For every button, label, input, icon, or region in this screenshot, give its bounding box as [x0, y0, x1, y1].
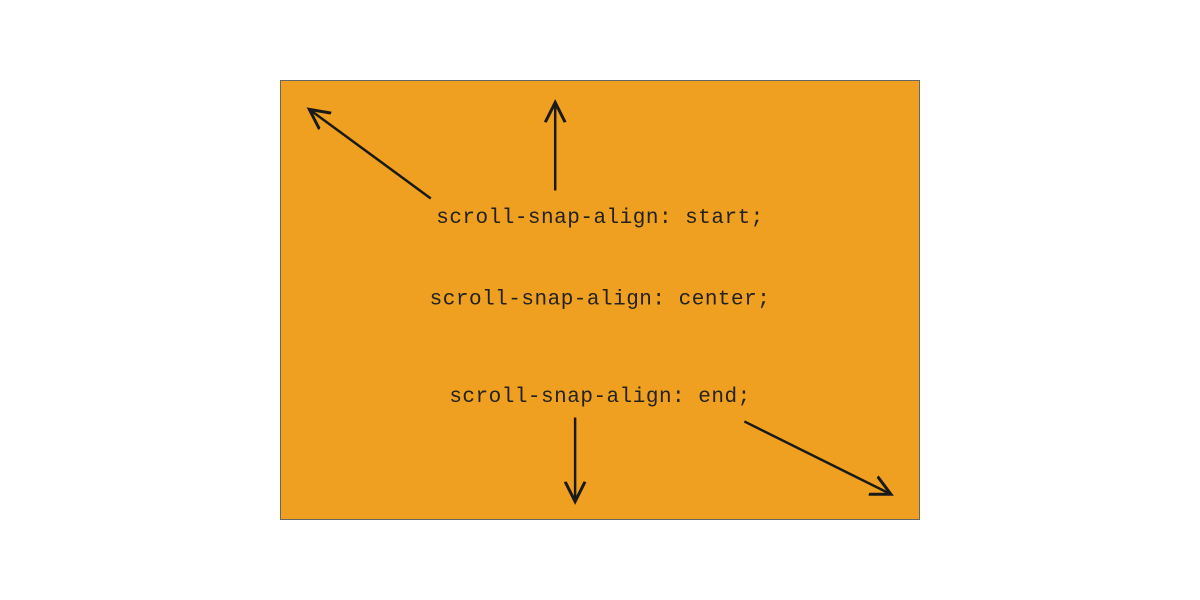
label-center: scroll-snap-align: center; [430, 289, 771, 312]
scroll-snap-align-diagram: scroll-snap-align: start; scroll-snap-al… [280, 80, 920, 520]
label-end: scroll-snap-align: end; [449, 386, 750, 409]
arrow-top-left-icon [311, 111, 430, 199]
label-start: scroll-snap-align: start; [436, 207, 764, 230]
arrow-bottom-right-icon [744, 421, 888, 493]
